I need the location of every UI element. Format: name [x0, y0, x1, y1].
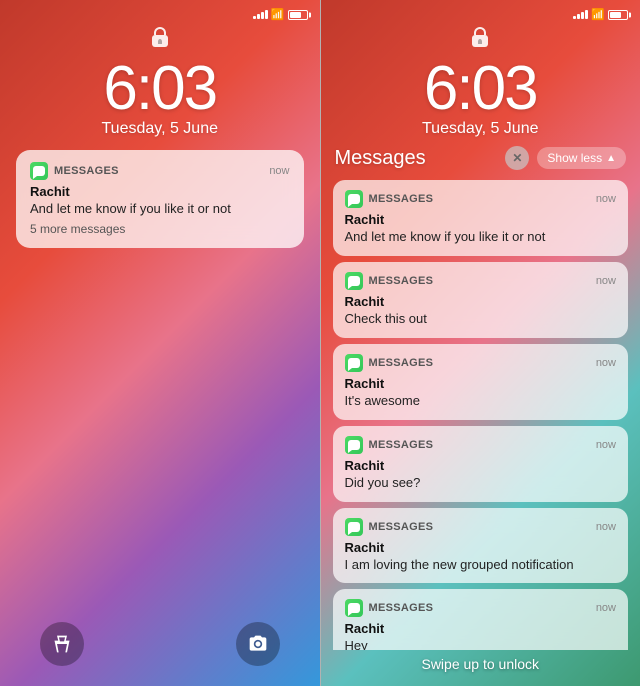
notif-header-4: MESSAGES now — [345, 436, 617, 454]
notif-body-2: Check this out — [345, 311, 617, 328]
header-actions: ✕ Show less ▲ — [505, 146, 626, 170]
app-name-2: MESSAGES — [369, 275, 434, 287]
notification-sender: Rachit — [30, 184, 290, 199]
notif-time-6: now — [596, 602, 616, 614]
notif-sender-3: Rachit — [345, 376, 617, 391]
camera-button[interactable] — [236, 622, 280, 666]
chevron-up-icon: ▲ — [606, 153, 616, 164]
expanded-notifications: Messages ✕ Show less ▲ MESSAGES now — [321, 138, 640, 650]
messages-icon-4 — [345, 436, 363, 454]
notif-header-1: MESSAGES now — [345, 190, 617, 208]
date-display-left: Tuesday, 5 June — [101, 120, 218, 138]
status-bar-right: 📶 — [321, 0, 640, 21]
close-button[interactable]: ✕ — [505, 146, 529, 170]
notification-time: now — [269, 165, 289, 177]
wifi-icon-right: 📶 — [591, 8, 605, 21]
notif-header-6: MESSAGES now — [345, 599, 617, 617]
notif-app-1: MESSAGES — [345, 190, 434, 208]
expanded-header: Messages ✕ Show less ▲ — [333, 146, 629, 170]
notification-card-left[interactable]: MESSAGES now Rachit And let me know if y… — [16, 150, 304, 248]
notification-item-3[interactable]: MESSAGES now Rachit It's awesome — [333, 344, 629, 420]
notif-body-3: It's awesome — [345, 393, 617, 410]
notif-sender-1: Rachit — [345, 212, 617, 227]
notification-body: And let me know if you like it or not — [30, 201, 290, 218]
show-less-label: Show less — [547, 151, 602, 165]
notif-sender-6: Rachit — [345, 621, 617, 636]
notif-sender-4: Rachit — [345, 458, 617, 473]
flashlight-button[interactable] — [40, 622, 84, 666]
messages-icon-5 — [345, 518, 363, 536]
notif-time-4: now — [596, 439, 616, 451]
right-screen: 📶 6:03 Tuesday, 5 June Messages ✕ Show l… — [321, 0, 640, 686]
notif-app-3: MESSAGES — [345, 354, 434, 372]
notif-header-2: MESSAGES now — [345, 272, 617, 290]
signal-icon-right — [573, 10, 588, 19]
notification-item-4[interactable]: MESSAGES now Rachit Did you see? — [333, 426, 629, 502]
notification-item-2[interactable]: MESSAGES now Rachit Check this out — [333, 262, 629, 338]
battery-icon-right — [608, 10, 628, 20]
bottom-controls-left — [0, 622, 320, 686]
messages-app-icon — [30, 162, 48, 180]
notif-app-4: MESSAGES — [345, 436, 434, 454]
notif-time-2: now — [596, 275, 616, 287]
app-name-label: MESSAGES — [54, 165, 119, 177]
wifi-icon: 📶 — [271, 8, 285, 21]
show-less-button[interactable]: Show less ▲ — [537, 147, 626, 169]
status-icons-left: 📶 — [253, 8, 308, 21]
notif-header-3: MESSAGES now — [345, 354, 617, 372]
messages-icon-1 — [345, 190, 363, 208]
messages-icon-3 — [345, 354, 363, 372]
status-bar-left: 📶 — [0, 0, 320, 21]
notif-sender-5: Rachit — [345, 540, 617, 555]
app-name-1: MESSAGES — [369, 193, 434, 205]
signal-icon — [253, 10, 268, 19]
app-name-6: MESSAGES — [369, 602, 434, 614]
more-messages: 5 more messages — [30, 222, 290, 236]
notif-time-1: now — [596, 193, 616, 205]
status-icons-right: 📶 — [573, 8, 628, 21]
swipe-bar: Swipe up to unlock — [321, 650, 640, 686]
notif-time-5: now — [596, 521, 616, 533]
app-name-4: MESSAGES — [369, 439, 434, 451]
notif-body-4: Did you see? — [345, 475, 617, 492]
app-name-5: MESSAGES — [369, 521, 434, 533]
lock-icon — [151, 27, 169, 49]
left-screen: 📶 6:03 Tuesday, 5 June MESSAGES now R — [0, 0, 320, 686]
notif-app-6: MESSAGES — [345, 599, 434, 617]
date-display-right: Tuesday, 5 June — [422, 120, 539, 138]
lock-icon-right — [471, 27, 489, 49]
time-display-right: 6:03 — [424, 53, 537, 124]
time-display-left: 6:03 — [103, 53, 216, 124]
notification-item-1[interactable]: MESSAGES now Rachit And let me know if y… — [333, 180, 629, 256]
notif-body-1: And let me know if you like it or not — [345, 229, 617, 246]
notif-sender-2: Rachit — [345, 294, 617, 309]
swipe-label: Swipe up to unlock — [421, 656, 539, 672]
battery-icon — [288, 10, 308, 20]
messages-icon-6 — [345, 599, 363, 617]
notif-app-2: MESSAGES — [345, 272, 434, 290]
notification-item-5[interactable]: MESSAGES now Rachit I am loving the new … — [333, 508, 629, 584]
app-name-3: MESSAGES — [369, 357, 434, 369]
notif-time-3: now — [596, 357, 616, 369]
notif-body-6: Hey — [345, 638, 617, 650]
notif-header-5: MESSAGES now — [345, 518, 617, 536]
messages-icon-2 — [345, 272, 363, 290]
expanded-title: Messages — [335, 147, 426, 170]
notification-header: MESSAGES now — [30, 162, 290, 180]
app-info: MESSAGES — [30, 162, 119, 180]
notification-item-6[interactable]: MESSAGES now Rachit Hey — [333, 589, 629, 650]
notif-body-5: I am loving the new grouped notification — [345, 557, 617, 574]
notif-app-5: MESSAGES — [345, 518, 434, 536]
notifications-area-left: MESSAGES now Rachit And let me know if y… — [0, 138, 320, 622]
